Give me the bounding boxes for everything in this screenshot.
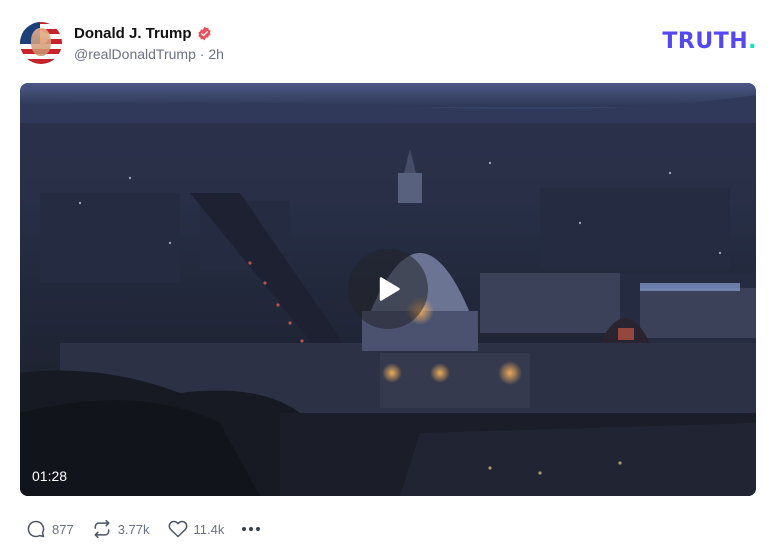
display-name-row: Donald J. Trump (74, 25, 224, 42)
author-block: Donald J. Trump @realDonaldTrump · 2h (74, 25, 224, 62)
reply-button[interactable]: 877 (26, 519, 74, 539)
like-count: 11.4k (193, 521, 225, 537)
post-time[interactable]: 2h (208, 46, 224, 62)
more-options-button[interactable] (242, 527, 263, 531)
play-icon (379, 277, 400, 301)
video-player[interactable]: 01:28 (20, 83, 756, 496)
more-horizontal-icon (242, 527, 247, 531)
retruth-button[interactable]: 3.77k (92, 519, 150, 539)
avatar[interactable] (20, 22, 62, 64)
separator: · (199, 45, 205, 62)
brand-dot: . (748, 29, 757, 54)
play-button[interactable] (348, 249, 428, 329)
handle-row: @realDonaldTrump · 2h (74, 46, 224, 62)
retruth-icon (94, 519, 110, 539)
truth-logo[interactable]: TRUTH. (662, 29, 757, 54)
reply-icon (27, 520, 45, 538)
verified-badge-icon (197, 26, 211, 40)
post-header: Donald J. Trump @realDonaldTrump · 2h TR… (20, 20, 757, 66)
more-dot (249, 527, 254, 531)
post-actions: 877 3.77k 11.4k (26, 518, 263, 540)
display-name[interactable]: Donald J. Trump (74, 25, 192, 42)
heart-icon (168, 520, 187, 538)
retruth-count: 3.77k (117, 521, 150, 537)
more-dot (256, 527, 261, 531)
brand-name: TRUTH (662, 29, 749, 54)
reply-count: 877 (52, 521, 74, 537)
handle[interactable]: @realDonaldTrump (74, 46, 196, 62)
like-button[interactable]: 11.4k (168, 519, 225, 539)
video-duration: 01:28 (32, 468, 68, 484)
